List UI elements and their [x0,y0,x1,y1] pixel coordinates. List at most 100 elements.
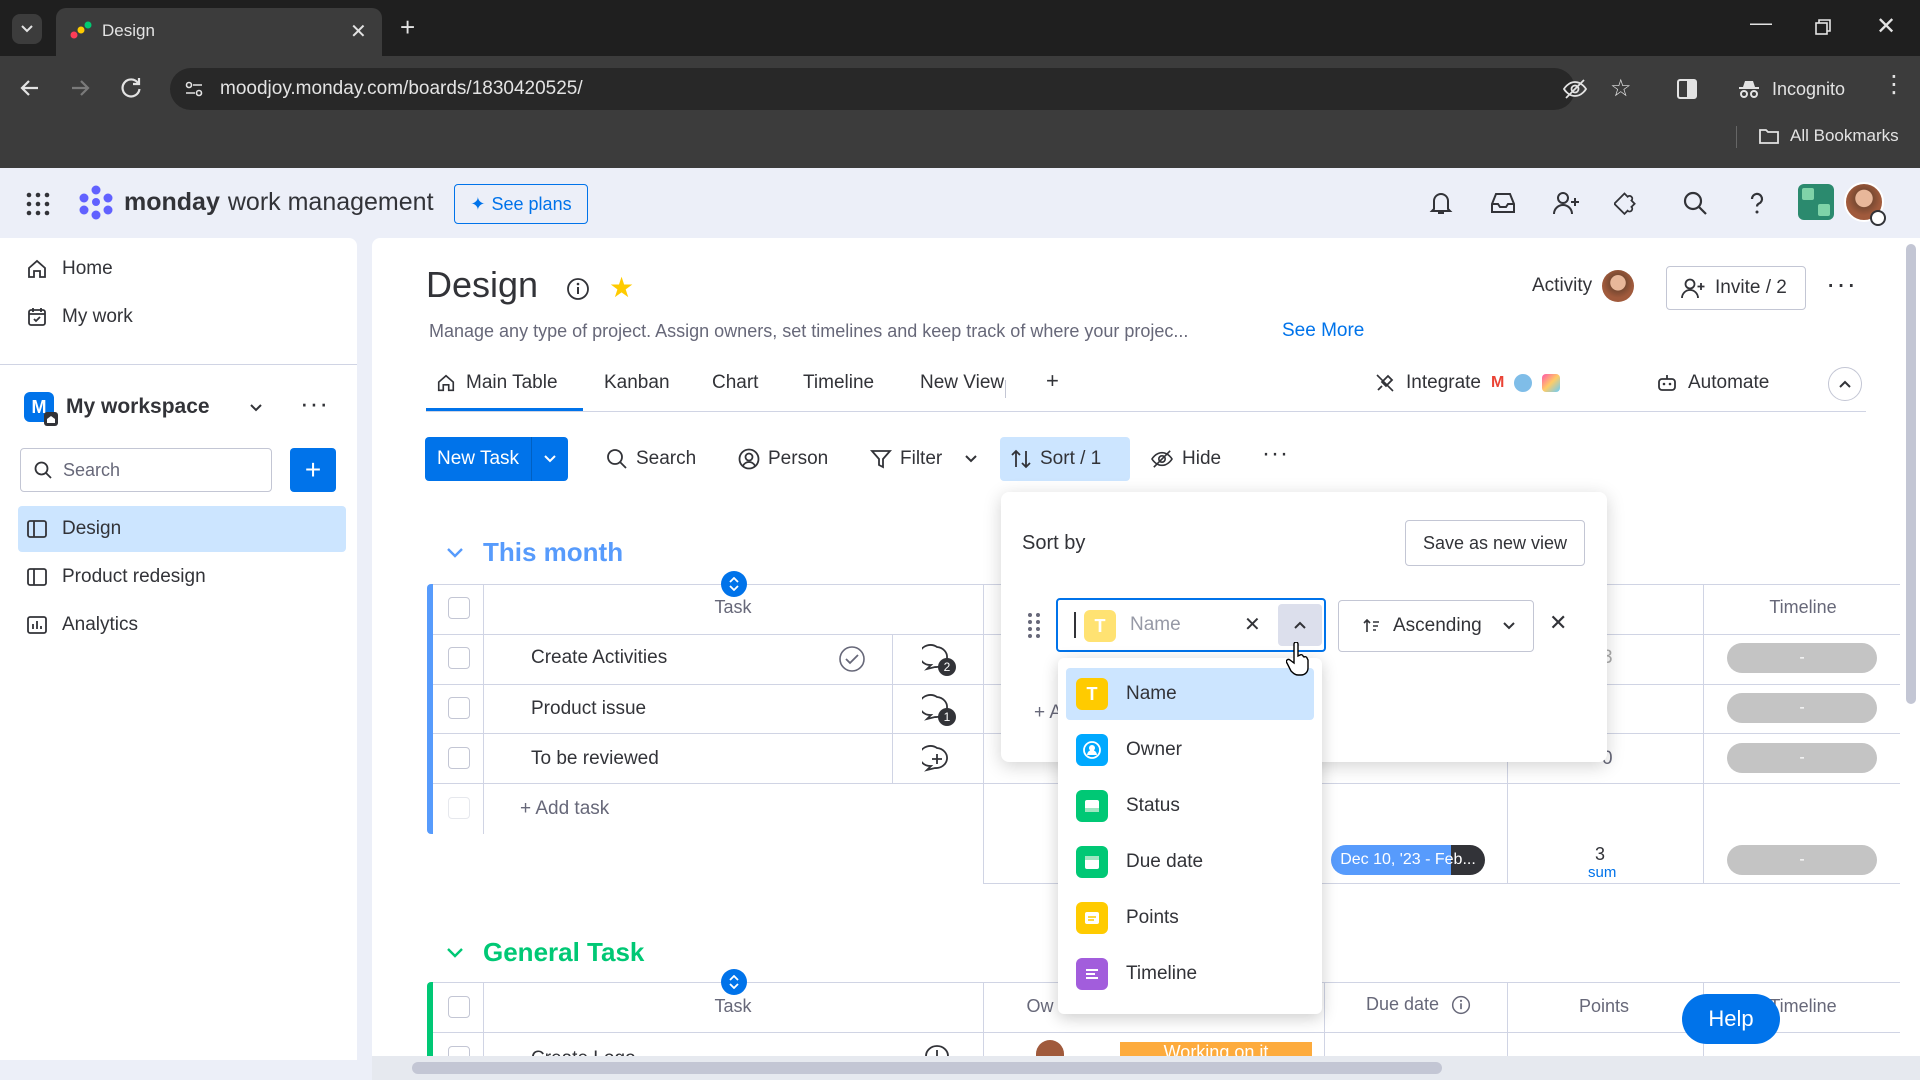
save-as-new-view-button[interactable]: Save as new view [1405,520,1585,566]
bookmark-star-icon[interactable]: ☆ [1610,74,1632,103]
tab-kanban[interactable]: Kanban [604,372,670,394]
person-filter-button[interactable]: Person [728,437,838,481]
see-plans-button[interactable]: ✦ See plans [454,184,588,224]
add-task-button[interactable]: + Add task [520,798,609,820]
task-name[interactable]: To be reviewed [531,748,659,770]
integrate-button[interactable]: Integrate M [1374,372,1561,394]
new-tab-icon[interactable]: + [400,12,415,43]
browser-menu-icon[interactable]: ⋮ [1882,70,1906,99]
forward-icon[interactable] [68,76,92,100]
tab-main-table[interactable]: Main Table [436,372,558,394]
timeline-pill[interactable]: - [1727,643,1877,673]
collapse-group-chevron-icon[interactable] [446,546,464,560]
site-settings-icon[interactable] [184,79,204,99]
toolbar-more-icon[interactable]: ··· [1262,440,1289,468]
horizontal-scrollbar[interactable] [372,1056,1920,1080]
incognito-badge[interactable]: Incognito [1736,68,1845,110]
tab-new-view[interactable]: New View [920,372,1004,394]
add-update-icon[interactable] [922,1042,952,1056]
new-task-menu-button[interactable] [532,452,568,466]
board-title[interactable]: Design [426,264,538,306]
side-panel-icon[interactable] [1676,78,1698,100]
collapse-header-button[interactable] [1828,367,1862,401]
new-task-button[interactable]: New Task [425,448,531,470]
timeline-pill[interactable]: - [1727,693,1877,723]
timeline-pill[interactable]: - [1727,743,1877,773]
sort-direction-select[interactable]: Ascending [1338,600,1534,652]
workspace-selector[interactable]: M My workspace [24,392,264,426]
favorite-star-icon[interactable]: ★ [609,271,634,304]
tab-timeline[interactable]: Timeline [803,372,874,394]
tab-chart[interactable]: Chart [712,372,758,394]
dropdown-option-timeline[interactable]: Timeline [1066,948,1314,1000]
column-header-task[interactable]: Task [700,597,766,618]
search-button[interactable]: Search [596,437,706,481]
reload-icon[interactable] [118,75,144,101]
sidebar-item-home[interactable]: Home [18,246,346,292]
sidebar-search-input[interactable]: Search [20,448,272,492]
sidebar-item-analytics[interactable]: Analytics [18,602,346,648]
browser-tab-design[interactable]: Design ✕ [56,8,382,56]
group-title[interactable]: This month [483,537,623,568]
dropdown-option-points[interactable]: Points [1066,892,1314,944]
inbox-icon[interactable] [1489,192,1517,214]
brand-logo[interactable]: monday work management [76,184,434,220]
hide-columns-button[interactable]: Hide [1140,437,1231,481]
invite-members-icon[interactable] [1552,190,1580,216]
dropdown-option-name[interactable]: T Name [1066,668,1314,720]
updates-button[interactable]: 1 [922,694,958,728]
search-icon[interactable] [1682,190,1708,216]
back-icon[interactable] [18,76,42,100]
add-board-button[interactable]: + [290,448,336,492]
filter-button[interactable]: Filter [860,437,988,481]
add-view-icon[interactable]: + [1046,368,1059,394]
row-checkbox[interactable] [448,697,470,719]
select-all-checkbox[interactable] [448,597,470,619]
group-title[interactable]: General Task [483,937,644,968]
row-checkbox[interactable] [448,647,470,669]
row-checkbox[interactable] [448,747,470,769]
dropdown-option-status[interactable]: Status [1066,780,1314,832]
help-button[interactable]: Help [1682,994,1780,1044]
see-more-link[interactable]: See More [1282,320,1364,342]
sidebar-item-product-redesign[interactable]: Product redesign [18,554,346,600]
sidebar-item-design[interactable]: Design [18,506,346,552]
restore-icon[interactable] [1814,18,1832,36]
column-header-due-date[interactable]: Due date [1366,994,1471,1015]
task-name[interactable]: Create Activities [531,647,667,669]
workspace-apps-avatar[interactable] [1798,184,1834,220]
sort-button[interactable]: Sort / 1 [1000,437,1130,481]
apps-puzzle-icon[interactable] [1614,190,1640,216]
select-all-checkbox[interactable] [448,996,470,1018]
date-range-summary[interactable]: Dec 10, '23 - Feb... [1331,845,1485,875]
minimize-icon[interactable]: — [1750,10,1772,36]
updates-button[interactable]: 2 [922,644,958,678]
window-close-icon[interactable]: ✕ [1876,12,1896,41]
help-question-icon[interactable] [1744,190,1770,216]
workspace-more-icon[interactable]: ··· [300,388,329,419]
column-header-timeline[interactable]: Timeline [1730,597,1876,618]
all-bookmarks-button[interactable]: All Bookmarks [1758,126,1899,146]
dropdown-option-due-date[interactable]: Due date [1066,836,1314,888]
eye-off-icon[interactable] [1562,78,1588,100]
board-more-icon[interactable]: ··· [1826,268,1857,300]
sidebar-item-my-work[interactable]: My work [18,294,346,340]
invite-button[interactable]: Invite / 2 [1666,266,1806,310]
clear-selection-icon[interactable]: ✕ [1244,612,1261,637]
column-header-owner[interactable]: Ow [1020,996,1060,1017]
vertical-scrollbar-thumb[interactable] [1906,244,1916,704]
tab-search-button[interactable] [12,14,42,44]
remove-sort-icon[interactable]: ✕ [1549,610,1567,636]
app-switcher-grid-icon[interactable] [26,192,50,216]
timeline-summary-pill[interactable]: - [1727,845,1877,875]
collapse-group-chevron-icon[interactable] [446,946,464,960]
activity-button[interactable]: Activity [1532,270,1635,302]
notifications-bell-icon[interactable] [1428,190,1454,216]
add-update-icon[interactable] [922,745,952,773]
column-header-points[interactable]: Points [1568,996,1640,1017]
tab-close-icon[interactable]: ✕ [350,19,367,44]
collapse-dropdown-button[interactable] [1278,604,1322,646]
scrollbar-thumb[interactable] [412,1062,1442,1074]
column-header-task[interactable]: Task [700,996,766,1017]
automate-button[interactable]: Automate [1656,372,1769,394]
